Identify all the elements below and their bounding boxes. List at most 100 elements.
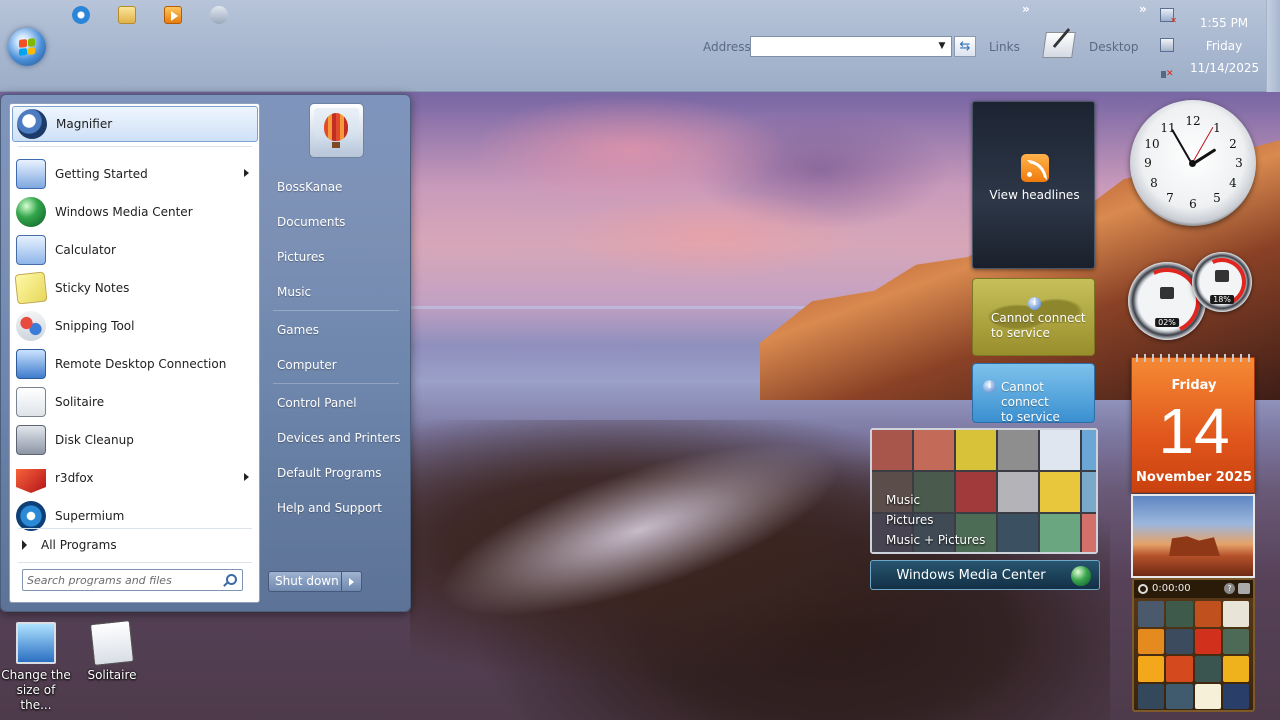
puzzle-tile[interactable]	[1138, 656, 1165, 682]
sticky-notes-icon	[14, 271, 48, 305]
program-solitaire[interactable]: Solitaire	[12, 384, 258, 420]
place-control-panel[interactable]: Control Panel	[263, 385, 403, 420]
all-programs-button[interactable]: All Programs	[12, 530, 258, 560]
clock-date[interactable]: 11/14/2025	[1190, 61, 1259, 75]
place-documents[interactable]: Documents	[263, 204, 403, 239]
puzzle-tile[interactable]	[1194, 656, 1221, 682]
gimp-icon[interactable]	[210, 6, 228, 24]
desktop-icon-label: Change the size of the...	[1, 668, 71, 712]
slideshow-gadget[interactable]	[1131, 494, 1255, 578]
go-arrows-icon: ⇆	[959, 39, 971, 54]
links-toolbar-label[interactable]: Links	[989, 40, 1020, 54]
address-input[interactable]	[751, 37, 931, 56]
clock-minute-hand	[1171, 128, 1193, 165]
cpu-usage: 02%	[1155, 318, 1179, 327]
calendar-weekday: Friday	[1171, 378, 1217, 393]
volume-muted-icon[interactable]	[1160, 68, 1174, 82]
cpu-meter-gadget[interactable]: 02% 18%	[1124, 251, 1256, 344]
show-desktop-button[interactable]	[1266, 0, 1280, 92]
place-computer[interactable]: Computer	[263, 347, 403, 382]
search-input[interactable]	[27, 570, 217, 590]
start-button[interactable]	[8, 28, 46, 66]
network-disconnected-icon[interactable]	[1160, 8, 1177, 25]
place-games[interactable]: Games	[263, 312, 403, 347]
puzzle-tile[interactable]	[1222, 601, 1249, 627]
media-center-launch-bar[interactable]: Windows Media Center	[870, 560, 1100, 590]
clock-number: 10	[1144, 137, 1160, 151]
r3dfox-icon	[16, 469, 46, 493]
program-snipping-tool[interactable]: Snipping Tool	[12, 308, 258, 344]
puzzle-tile[interactable]	[1222, 683, 1249, 709]
place-devices-and-printers[interactable]: Devices and Printers	[263, 420, 403, 455]
calendar-gadget[interactable]: Friday 14 November 2025	[1131, 354, 1255, 493]
wallpaper-horizon	[410, 306, 1010, 309]
user-picture[interactable]	[309, 103, 364, 158]
weather-gadget-small[interactable]: i Cannot connect to service	[972, 363, 1095, 424]
feed-headlines-gadget[interactable]: View headlines	[972, 101, 1095, 269]
action-center-icon[interactable]	[1160, 38, 1174, 52]
clock-number: 3	[1235, 156, 1243, 170]
address-box: ▼	[750, 36, 952, 57]
menu-music[interactable]: Music	[886, 490, 985, 510]
clock-time[interactable]: 1:55 PM	[1196, 16, 1252, 30]
snipping-tool-icon	[16, 311, 46, 341]
separator	[273, 383, 399, 384]
puzzle-tile[interactable]	[1194, 683, 1221, 709]
links-chevron-icon[interactable]: »	[1022, 2, 1030, 16]
place-pictures[interactable]: Pictures	[263, 239, 403, 274]
program-calculator[interactable]: Calculator	[12, 232, 258, 268]
puzzle-tile[interactable]	[1138, 628, 1165, 654]
puzzle-tile[interactable]	[1166, 656, 1193, 682]
desktop-toolbar-label[interactable]: Desktop	[1089, 40, 1139, 54]
puzzle-tile[interactable]	[1138, 683, 1165, 709]
media-tile	[998, 514, 1038, 552]
puzzle-tile[interactable]	[1194, 601, 1221, 627]
puzzle-tile[interactable]	[1194, 628, 1221, 654]
info-icon: i	[983, 380, 996, 393]
program-magnifier[interactable]: Magnifier	[12, 106, 258, 142]
menu-music-and-pictures[interactable]: Music + Pictures	[886, 530, 985, 550]
address-go-button[interactable]: ⇆	[954, 36, 976, 57]
place-user-folder[interactable]: BossKanae	[263, 169, 403, 204]
program-getting-started[interactable]: Getting Started	[12, 156, 258, 192]
clock-gadget[interactable]: 12 1 2 3 4 5 6 7 8 9 10 11	[1130, 100, 1256, 226]
puzzle-tile[interactable]	[1166, 628, 1193, 654]
help-icon[interactable]: ?	[1224, 583, 1235, 594]
desktop-toolbar-icon[interactable]	[1042, 32, 1076, 58]
magnifier-icon	[17, 109, 47, 139]
media-center-gadget[interactable]: Music Pictures Music + Pictures	[870, 428, 1098, 554]
place-help-and-support[interactable]: Help and Support	[263, 490, 403, 525]
picture-icon[interactable]	[1238, 583, 1250, 594]
windows-explorer-icon[interactable]	[118, 6, 136, 24]
clock-day[interactable]: Friday	[1196, 39, 1252, 53]
windows-flag-icon	[19, 38, 35, 56]
picture-puzzle-gadget[interactable]: 0:00:00 ?	[1132, 578, 1255, 712]
desktop-icon-solitaire[interactable]: Solitaire	[76, 620, 148, 683]
disk-cleanup-icon	[16, 425, 46, 455]
windows-media-player-icon[interactable]	[164, 6, 182, 24]
menu-pictures[interactable]: Pictures	[886, 510, 985, 530]
puzzle-tile[interactable]	[1138, 601, 1165, 627]
clock-number: 6	[1189, 197, 1197, 211]
puzzle-tile[interactable]	[1166, 683, 1193, 709]
weather-gadget-large[interactable]: i Cannot connect to service	[972, 278, 1095, 356]
shutdown-options-button[interactable]	[342, 571, 362, 592]
shutdown-button[interactable]: Shut down	[268, 571, 342, 592]
program-disk-cleanup[interactable]: Disk Cleanup	[12, 422, 258, 458]
view-headlines-label[interactable]: View headlines	[973, 188, 1096, 202]
program-r3dfox[interactable]: r3dfox	[12, 460, 258, 496]
address-dropdown-icon[interactable]: ▼	[935, 39, 949, 54]
puzzle-tile[interactable]	[1166, 601, 1193, 627]
program-windows-media-center[interactable]: Windows Media Center	[12, 194, 258, 230]
internet-explorer-icon[interactable]	[72, 6, 90, 24]
search-icon[interactable]	[226, 574, 237, 585]
place-default-programs[interactable]: Default Programs	[263, 455, 403, 490]
puzzle-tile[interactable]	[1222, 628, 1249, 654]
desktop-icon-display-settings[interactable]: Change the size of the...	[0, 622, 72, 713]
program-remote-desktop[interactable]: Remote Desktop Connection	[12, 346, 258, 382]
puzzle-tile[interactable]	[1222, 656, 1249, 682]
submenu-arrow-icon	[244, 473, 249, 481]
desktop-chevron-icon[interactable]: »	[1139, 2, 1147, 16]
program-sticky-notes[interactable]: Sticky Notes	[12, 270, 258, 306]
place-music[interactable]: Music	[263, 274, 403, 309]
